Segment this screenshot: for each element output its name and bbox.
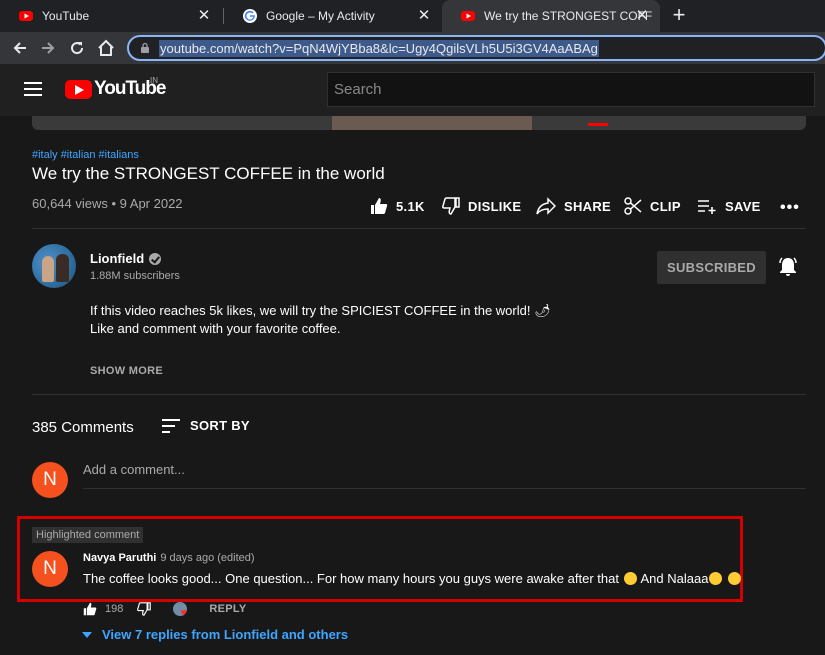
comment-text-main: The coffee looks good... One question...… xyxy=(83,571,619,586)
dislike-button[interactable]: DISLIKE xyxy=(442,196,521,216)
share-button[interactable]: SHARE xyxy=(536,196,611,216)
hashtag-link[interactable]: #italians xyxy=(99,149,139,161)
chevron-down-icon xyxy=(82,631,92,638)
youtube-play-icon xyxy=(65,79,92,99)
save-button[interactable]: SAVE xyxy=(697,196,761,216)
subscriber-count: 1.88M subscribers xyxy=(90,270,180,282)
channel-name-text[interactable]: Lionfield xyxy=(90,251,144,266)
player-progress-indicator xyxy=(588,123,608,126)
thumbs-up-icon[interactable] xyxy=(83,602,97,616)
scissors-icon xyxy=(624,197,642,215)
thumbs-down-icon[interactable] xyxy=(137,602,152,616)
section-divider xyxy=(32,228,806,229)
view-replies-label: View 7 replies from Lionfield and others xyxy=(102,627,349,642)
video-meta: 60,644 views • 9 Apr 2022 xyxy=(32,196,183,211)
tab-title: We try the STRONGEST COFFEE i xyxy=(484,9,652,23)
clip-button[interactable]: CLIP xyxy=(624,196,681,216)
hashtag-link[interactable]: #italy xyxy=(32,149,58,161)
subscribed-button[interactable]: SUBSCRIBED xyxy=(657,251,766,284)
close-tab-icon[interactable]: ✕ xyxy=(634,8,650,24)
more-actions-icon[interactable]: ••• xyxy=(780,199,800,217)
browser-tab-bar: YouTube ✕ Google – My Activity ✕ We try … xyxy=(0,0,825,32)
comment-input-underline xyxy=(83,488,806,489)
dislike-label: DISLIKE xyxy=(468,198,522,214)
video-player[interactable] xyxy=(32,116,806,130)
comment-text: The coffee looks good... One question...… xyxy=(83,571,742,586)
laughing-emoji-icon xyxy=(623,572,637,585)
tab-active-video[interactable]: We try the STRONGEST COFFEE i ✕ xyxy=(442,0,660,32)
video-title: We try the STRONGEST COFFEE in the world xyxy=(32,164,385,183)
comment-author[interactable]: Navya Paruthi xyxy=(83,552,156,564)
comment-timestamp[interactable]: 9 days ago (edited) xyxy=(160,552,254,564)
reload-icon[interactable] xyxy=(67,38,87,58)
add-comment-input[interactable]: Add a comment... xyxy=(83,462,185,477)
tab-youtube[interactable]: YouTube ✕ xyxy=(0,0,222,32)
notification-bell-icon[interactable] xyxy=(777,256,799,278)
thumbs-down-icon xyxy=(442,197,460,215)
channel-avatar[interactable] xyxy=(32,244,76,288)
view-replies-button[interactable]: View 7 replies from Lionfield and others xyxy=(82,627,348,642)
lock-icon xyxy=(141,42,149,53)
youtube-icon xyxy=(461,11,475,21)
add-to-playlist-icon xyxy=(698,200,716,214)
google-icon xyxy=(243,9,257,23)
forward-icon[interactable] xyxy=(38,38,58,58)
close-tab-icon[interactable]: ✕ xyxy=(416,8,432,24)
share-icon xyxy=(536,197,556,215)
reply-button[interactable]: REPLY xyxy=(209,603,246,615)
sort-icon xyxy=(162,418,180,433)
heart-eyes-emoji-icon xyxy=(728,572,742,585)
show-more-button[interactable]: SHOW MORE xyxy=(90,365,163,377)
sort-by-button[interactable]: SORT BY xyxy=(162,418,250,433)
heart-eyes-emoji-icon xyxy=(709,572,723,585)
tab-google-activity[interactable]: Google – My Activity ✕ xyxy=(224,0,442,32)
thumbs-up-icon xyxy=(371,198,388,214)
new-tab-icon[interactable]: + xyxy=(668,4,690,27)
address-bar[interactable]: youtube.com/watch?v=PqN4WjYBba8&lc=Ugy4Q… xyxy=(127,35,825,61)
hashtags: #italy #italian #italians xyxy=(32,149,142,161)
browser-toolbar: youtube.com/watch?v=PqN4WjYBba8&lc=Ugy4Q… xyxy=(0,32,825,64)
channel-name[interactable]: Lionfield xyxy=(90,251,162,266)
country-code: IN xyxy=(150,76,158,85)
comment-header: Navya Paruthi 9 days ago (edited) xyxy=(83,552,255,564)
share-label: SHARE xyxy=(564,198,612,214)
highlighted-comment-badge: Highlighted comment xyxy=(32,527,144,543)
close-tab-icon[interactable]: ✕ xyxy=(196,8,212,24)
search-input[interactable] xyxy=(328,73,814,106)
comment-like-count: 198 xyxy=(105,603,124,615)
like-button[interactable]: 5.1K xyxy=(370,196,425,216)
description-line: If this video reaches 5k likes, we will … xyxy=(90,303,551,318)
hashtag-link[interactable]: #italian xyxy=(61,149,96,161)
home-icon[interactable] xyxy=(96,38,116,58)
comment-text-tail: And Nalaaa xyxy=(640,571,709,586)
video-description: If this video reaches 5k likes, we will … xyxy=(90,302,551,338)
save-label: SAVE xyxy=(725,198,761,214)
youtube-icon xyxy=(19,11,33,21)
verified-icon xyxy=(149,252,162,265)
menu-icon[interactable] xyxy=(24,82,42,96)
tab-title: Google – My Activity xyxy=(266,9,375,23)
comment-actions: 198 ♥ REPLY xyxy=(83,601,247,619)
user-avatar: N xyxy=(32,462,68,498)
clip-label: CLIP xyxy=(650,198,681,214)
section-divider xyxy=(32,394,806,395)
sort-by-label: SORT BY xyxy=(190,418,250,433)
url-text[interactable]: youtube.com/watch?v=PqN4WjYBba8&lc=Ugy4Q… xyxy=(159,40,599,57)
back-icon[interactable] xyxy=(10,38,30,58)
like-count: 5.1K xyxy=(396,198,425,214)
creator-heart-icon: ♥ xyxy=(173,602,188,619)
description-line: Like and comment with your favorite coff… xyxy=(90,321,341,336)
comment-count: 385 Comments xyxy=(32,419,134,436)
tab-title: YouTube xyxy=(42,9,90,23)
youtube-header: YouTube xyxy=(0,64,825,116)
search-box[interactable] xyxy=(327,72,815,107)
commenter-avatar[interactable]: N xyxy=(32,551,68,587)
